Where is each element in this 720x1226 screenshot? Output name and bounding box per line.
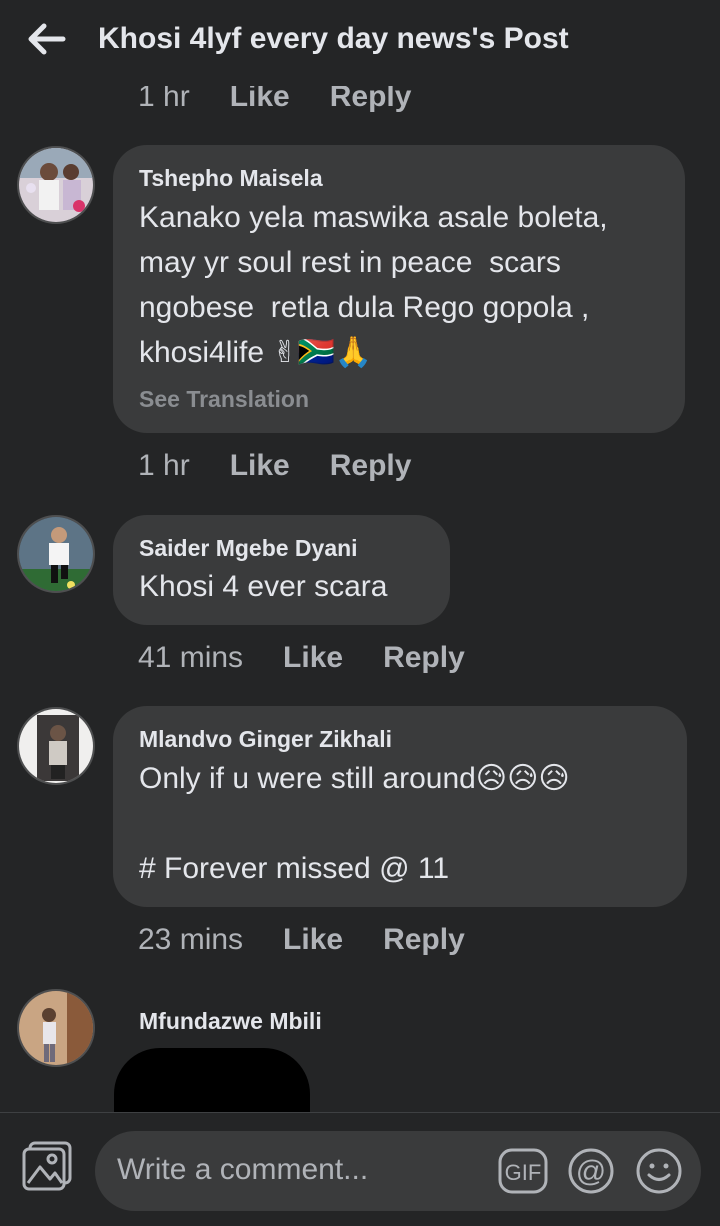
comment-text: Only if u were still around😥😥😥 # Forever… <box>139 762 570 885</box>
avatar[interactable] <box>17 515 95 593</box>
comment-time: 1 hr <box>138 449 190 482</box>
comment-input-container[interactable]: GIF @ <box>95 1131 701 1211</box>
see-translation-link[interactable]: See Translation <box>139 386 309 413</box>
comment-author[interactable]: Mfundazwe Mbili <box>139 1008 322 1035</box>
comment-author[interactable]: Tshepho Maisela <box>139 165 323 192</box>
back-button[interactable] <box>24 18 70 60</box>
svg-text:@: @ <box>576 1155 606 1188</box>
avatar[interactable] <box>17 146 95 224</box>
comment-input[interactable] <box>117 1147 477 1193</box>
comment-media[interactable] <box>114 1048 310 1112</box>
avatar[interactable] <box>17 989 95 1067</box>
comment-text: Kanako yela maswika asale boleta, may yr… <box>139 201 608 369</box>
reply-button[interactable]: Reply <box>330 449 412 483</box>
like-button[interactable]: Like <box>283 641 343 675</box>
reply-button[interactable]: Reply <box>383 641 465 675</box>
photo-button[interactable] <box>20 1139 74 1193</box>
comment-actions: 1 hr Like Reply <box>138 449 411 483</box>
like-button[interactable]: Like <box>230 449 290 483</box>
avatar[interactable] <box>17 707 95 785</box>
comment-author[interactable]: Mlandvo Ginger Zikhali <box>139 726 392 753</box>
comment-author[interactable]: Saider Mgebe Dyani <box>139 535 358 562</box>
svg-text:GIF: GIF <box>505 1160 542 1185</box>
comment-composer: GIF @ <box>0 1112 720 1226</box>
back-arrow-icon <box>28 23 66 55</box>
comments-feed[interactable]: 1 hr Like Reply Tshepho Maisela Kanako y… <box>0 0 720 1112</box>
gif-icon[interactable]: GIF <box>498 1146 548 1196</box>
comment-actions: 23 mins Like Reply <box>138 923 465 957</box>
page-title: Khosi 4lyf every day news's Post <box>98 22 569 55</box>
emoji-icon[interactable] <box>634 1146 684 1196</box>
comment-time: 41 mins <box>138 641 244 674</box>
top-bar: Khosi 4lyf every day news's Post <box>0 0 720 86</box>
reply-button[interactable]: Reply <box>383 923 465 957</box>
photo-icon <box>22 1141 72 1191</box>
comment-text: Khosi 4 ever scara <box>139 570 388 603</box>
at-mention-icon[interactable]: @ <box>566 1146 616 1196</box>
comment-actions: 41 mins Like Reply <box>138 641 465 675</box>
comment-time: 23 mins <box>138 923 244 956</box>
like-button[interactable]: Like <box>283 923 343 957</box>
